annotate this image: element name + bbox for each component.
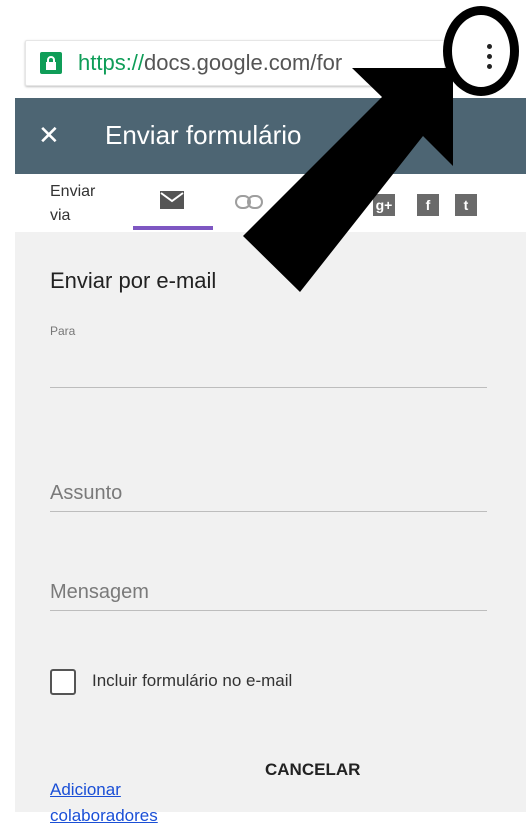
section-title: Enviar por e-mail	[50, 268, 217, 293]
close-icon[interactable]: ✕	[38, 120, 60, 151]
add-collaborators-link[interactable]: Adicionar colaboradores	[50, 777, 170, 829]
subject-field[interactable]: Assunto	[50, 482, 122, 505]
page-title: Enviar formulário	[105, 120, 302, 150]
twitter-icon[interactable]: t	[455, 194, 477, 216]
lock-icon	[40, 52, 62, 74]
link-icon[interactable]	[235, 194, 263, 210]
active-tab-indicator	[133, 226, 213, 230]
cancel-button[interactable]: CANCELAR	[265, 760, 360, 780]
google-plus-icon[interactable]: g+	[373, 194, 395, 216]
url-scheme: https://	[78, 50, 145, 75]
app-header: ✕ Enviar formulário	[15, 98, 526, 174]
subject-field-underline	[50, 511, 487, 512]
to-label: Para	[50, 324, 76, 338]
message-field[interactable]: Mensagem	[50, 581, 149, 604]
url-host: docs.google.com/for	[144, 50, 343, 75]
send-via-bar: Enviar via g+ f t	[15, 174, 526, 232]
send-via-label: Enviar via	[50, 183, 96, 224]
url-text[interactable]: https://docs.google.com/for	[78, 50, 390, 76]
url-bar[interactable]: https://docs.google.com/for 6	[25, 40, 445, 111]
tab-email[interactable]	[133, 174, 213, 232]
to-field-underline	[50, 387, 487, 388]
email-icon	[160, 191, 184, 209]
include-form-checkbox[interactable]	[50, 669, 76, 695]
highlight-circle	[443, 6, 519, 96]
message-field-underline	[50, 610, 487, 611]
email-form: Enviar por e-mail Para Assunto Mensagem …	[15, 232, 526, 825]
facebook-icon[interactable]: f	[417, 194, 439, 216]
include-form-label[interactable]: Incluir formulário no e-mail	[92, 671, 292, 691]
